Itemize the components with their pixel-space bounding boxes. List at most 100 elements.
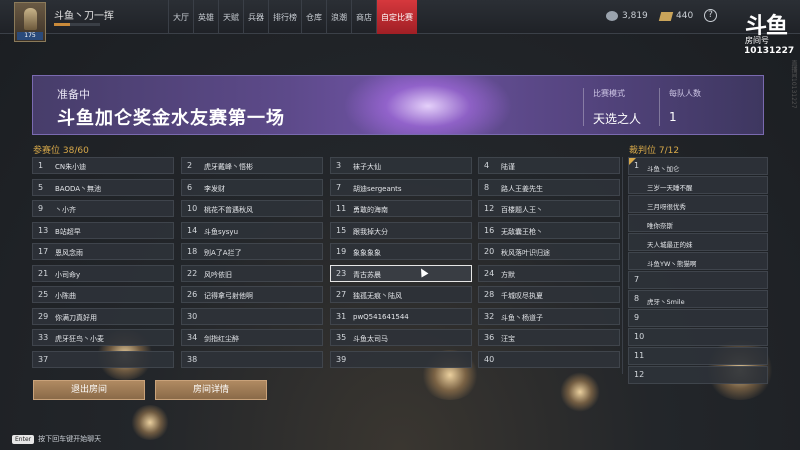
nav-item[interactable]: 英雄 [193, 0, 218, 34]
player-name: 斗鱼太司马 [353, 335, 388, 343]
participant-slot[interactable]: 8 路人王姜先生 [478, 178, 620, 196]
player-name: 独孤无痕丶陆风 [353, 292, 402, 300]
participant-slot[interactable]: 10 桃花不曾遇秋风 [181, 200, 323, 217]
participant-slot[interactable]: 5 BAODA丶無池 [32, 178, 174, 196]
player-name: 斗鱼丶杨道子 [501, 313, 543, 322]
participant-slot[interactable]: 2 虎牙戴峰丶悟彬 [181, 157, 323, 174]
slot-number: 27 [336, 290, 347, 299]
referee-slot[interactable]: 12 [628, 366, 768, 384]
participant-slot[interactable]: 17 恩风念雨 [32, 243, 174, 260]
nav-item[interactable]: 兵器 [243, 0, 268, 34]
player-name: 丶小齐 [55, 206, 76, 214]
watermark: 直播间10131227 [790, 60, 797, 109]
referee-slot[interactable]: 10 [628, 328, 768, 346]
participant-slot[interactable]: 24 方默 [478, 264, 620, 282]
match-title: 斗鱼加仑奖金水友赛第一场 [57, 108, 285, 129]
participant-slot[interactable]: 22 风吟依旧 [181, 264, 323, 282]
participant-slot[interactable]: 36 汪宝 [478, 329, 620, 346]
participant-slot[interactable]: 32 斗鱼丶杨道子 [478, 307, 620, 325]
participant-slot[interactable]: 12 百楼题人王丶 [478, 200, 620, 217]
participant-slot[interactable]: 31 pwQ541641544 [330, 307, 472, 325]
participant-slot[interactable]: 14 斗鱼sysyu [181, 221, 323, 239]
referee-slot[interactable]: 斗鱼YW丶熊猫啊 [628, 252, 768, 270]
slot-number: 19 [336, 247, 347, 256]
participant-slot[interactable]: 29 你满刀真好用 [32, 307, 174, 325]
participant-slot[interactable]: 23 青古苏晨 [330, 264, 472, 282]
slot-number: 26 [187, 290, 198, 299]
exp-bar [54, 23, 100, 26]
participant-slot[interactable]: 13 B站超早 [32, 221, 174, 239]
slot-number: 11 [634, 351, 645, 360]
participant-slot[interactable]: 7 胡迪sergeants [330, 178, 472, 196]
participant-slot[interactable]: 19 象象象象 [330, 243, 472, 260]
slot-number: 36 [484, 333, 495, 342]
help-icon[interactable]: ? [704, 9, 717, 22]
participant-slot[interactable]: 25 小陈曲 [32, 286, 174, 303]
leave-room-button[interactable]: 退出房间 [33, 380, 145, 400]
participant-slot[interactable]: 9 丶小齐 [32, 200, 174, 217]
participant-slot[interactable]: 39 [330, 350, 472, 368]
participant-slot[interactable]: 37 [32, 350, 174, 368]
slot-number: 20 [484, 247, 495, 256]
nav-item[interactable]: 商店 [351, 0, 376, 34]
player-name: 汪宝 [501, 335, 515, 343]
referee-slot[interactable]: 三岁一天睡不醒 [628, 176, 768, 194]
participant-slot[interactable]: 33 虎牙狂鸟丶小麦 [32, 329, 174, 346]
referee-slot[interactable]: 1 斗鱼丶加仑 [628, 157, 768, 175]
referee-slot[interactable]: 三月呀很优秀 [628, 195, 768, 213]
mode-value: 天选之人 [593, 112, 642, 126]
participant-slot[interactable]: 21 小司命y [32, 264, 174, 282]
slot-number: 6 [187, 182, 193, 192]
referee-name: 斗鱼丶加仑 [647, 165, 680, 173]
referee-slot[interactable]: 9 [628, 309, 768, 327]
referee-slot[interactable]: 7 [628, 271, 768, 289]
slot-number: 10 [187, 204, 198, 213]
slot-number: 11 [336, 204, 347, 213]
participant-slot[interactable]: 34 剑指红尘醉 [181, 329, 323, 346]
participant-slot[interactable]: 4 陆谨 [478, 157, 620, 174]
participant-slot[interactable]: 18 别A了A拦了 [181, 243, 323, 260]
referee-slot[interactable]: 11 [628, 347, 768, 365]
slot-number: 8 [634, 294, 640, 303]
participant-slot[interactable]: 28 千城叹尽执夏 [478, 286, 620, 303]
slot-number: 25 [38, 290, 49, 299]
slot-number: 34 [187, 333, 198, 342]
player-name: 剑指红尘醉 [204, 335, 239, 343]
nav-item[interactable]: 浪潮 [326, 0, 351, 34]
participant-slot[interactable]: 27 独孤无痕丶陆风 [330, 286, 472, 303]
referee-slot[interactable]: 唯你奈斯 [628, 214, 768, 232]
slot-number: 10 [634, 332, 645, 341]
participant-slot[interactable]: 11 勇敢的海南 [330, 200, 472, 217]
participant-slot[interactable]: 20 秋风落叶识归途 [478, 243, 620, 260]
slot-number: 33 [38, 333, 49, 342]
nav-item[interactable]: 天赋 [218, 0, 243, 34]
participant-slot[interactable]: 1 CN朱小迪 [32, 157, 174, 174]
player-name: 千城叹尽执夏 [501, 292, 543, 300]
player-name: 你满刀真好用 [55, 313, 97, 322]
nav-item[interactable]: 自定比赛 [376, 0, 417, 34]
team-size-label: 每队人数 [669, 89, 701, 98]
player-name: 勇敢的海南 [353, 206, 388, 214]
referee-slot[interactable]: 8 虎牙丶Smile [628, 290, 768, 308]
nav-item[interactable]: 大厅 [168, 0, 193, 34]
participant-slot[interactable]: 16 无敌囊王枪丶 [478, 221, 620, 239]
exp-bar-fill [54, 23, 71, 26]
room-label: 房间号 [745, 36, 769, 45]
participant-slot[interactable]: 6 李发财 [181, 178, 323, 196]
nav-item[interactable]: 排行榜 [268, 0, 301, 34]
participant-slot[interactable]: 15 跟我掉大分 [330, 221, 472, 239]
mouse-cursor-icon [417, 266, 429, 277]
team-size-value: 1 [669, 110, 677, 124]
avatar[interactable]: 175 [14, 2, 46, 42]
participant-slot[interactable]: 30 [181, 307, 323, 325]
participant-slot[interactable]: 38 [181, 350, 323, 368]
referee-slot[interactable]: 天人城最正的妹 [628, 233, 768, 251]
silver-coin-icon [606, 11, 618, 21]
nav-item[interactable]: 仓库 [301, 0, 326, 34]
participant-slot[interactable]: 35 斗鱼太司马 [330, 329, 472, 346]
participant-slot[interactable]: 40 [478, 350, 620, 368]
slot-number: 18 [187, 247, 198, 256]
room-details-button[interactable]: 房间详情 [155, 380, 267, 400]
participant-slot[interactable]: 3 袜子大仙 [330, 157, 472, 174]
participant-slot[interactable]: 26 记得拿弓射他啊 [181, 286, 323, 303]
